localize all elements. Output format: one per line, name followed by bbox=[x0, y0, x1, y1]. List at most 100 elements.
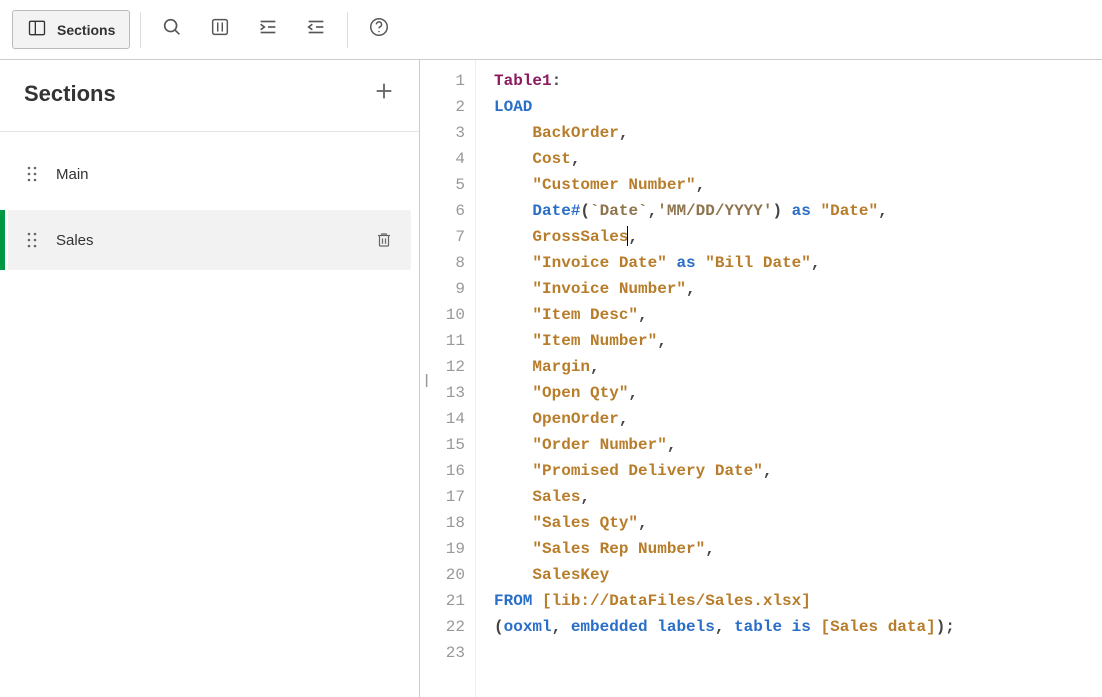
line-number: 21 bbox=[420, 588, 465, 614]
code-line[interactable]: "Customer Number", bbox=[494, 172, 955, 198]
sections-toggle-label: Sections bbox=[57, 22, 115, 38]
code-line[interactable]: Table1: bbox=[494, 68, 955, 94]
line-number: 3 bbox=[420, 120, 465, 146]
code-token: , bbox=[552, 618, 571, 636]
delete-section-button[interactable] bbox=[375, 230, 393, 250]
code-line[interactable]: "Promised Delivery Date", bbox=[494, 458, 955, 484]
section-label: Sales bbox=[56, 232, 357, 249]
line-number: 15 bbox=[420, 432, 465, 458]
code-line[interactable]: Cost, bbox=[494, 146, 955, 172]
code-token bbox=[494, 280, 532, 298]
drag-handle-icon[interactable] bbox=[26, 230, 38, 250]
code-token: : bbox=[552, 72, 562, 90]
line-number: 11 bbox=[420, 328, 465, 354]
search-icon bbox=[161, 16, 183, 43]
code-token bbox=[494, 228, 532, 246]
code-token: "Sales Qty" bbox=[532, 514, 638, 532]
comment-button[interactable] bbox=[199, 9, 241, 51]
main-split: Sections MainSales || 123456789101112131… bbox=[0, 60, 1102, 697]
section-label: Main bbox=[56, 166, 393, 183]
code-token: , bbox=[638, 306, 648, 324]
code-line[interactable]: "Sales Qty", bbox=[494, 510, 955, 536]
code-line[interactable]: (ooxml, embedded labels, table is [Sales… bbox=[494, 614, 955, 640]
line-number: 19 bbox=[420, 536, 465, 562]
code-token: "Invoice Date" bbox=[532, 254, 666, 272]
code-line[interactable]: SalesKey bbox=[494, 562, 955, 588]
code-token: , bbox=[648, 202, 658, 220]
code-token: as bbox=[792, 202, 811, 220]
code-line[interactable]: GrossSales, bbox=[494, 224, 955, 250]
line-number: 12 bbox=[420, 354, 465, 380]
code-token: "Sales Rep Number" bbox=[532, 540, 705, 558]
code-line[interactable] bbox=[494, 640, 955, 666]
code-line[interactable]: Margin, bbox=[494, 354, 955, 380]
code-token: Table1 bbox=[494, 72, 552, 90]
line-gutter: 1234567891011121314151617181920212223 bbox=[420, 60, 476, 697]
search-button[interactable] bbox=[151, 9, 193, 51]
code-token: Sales bbox=[532, 488, 580, 506]
code-line[interactable]: FROM [lib://DataFiles/Sales.xlsx] bbox=[494, 588, 955, 614]
panel-icon bbox=[27, 18, 47, 41]
toolbar: Sections bbox=[0, 0, 1102, 60]
code-line[interactable]: "Order Number", bbox=[494, 432, 955, 458]
line-number: 7 bbox=[420, 224, 465, 250]
code-token: , bbox=[580, 488, 590, 506]
code-line[interactable]: OpenOrder, bbox=[494, 406, 955, 432]
code-token: , bbox=[657, 332, 667, 350]
code-token: , bbox=[628, 228, 638, 246]
code-token bbox=[494, 384, 532, 402]
toolbar-divider bbox=[347, 12, 348, 48]
code-line[interactable]: "Sales Rep Number", bbox=[494, 536, 955, 562]
add-section-button[interactable] bbox=[373, 80, 395, 107]
code-token bbox=[494, 176, 532, 194]
code-token: , bbox=[705, 540, 715, 558]
code-token: , bbox=[696, 176, 706, 194]
code-line[interactable]: "Invoice Number", bbox=[494, 276, 955, 302]
code-token bbox=[494, 202, 532, 220]
code-token bbox=[494, 436, 532, 454]
code-token bbox=[532, 592, 542, 610]
code-token: "Item Number" bbox=[532, 332, 657, 350]
code-token bbox=[494, 306, 532, 324]
help-button[interactable] bbox=[358, 9, 400, 51]
code-token bbox=[494, 540, 532, 558]
help-icon bbox=[368, 16, 390, 43]
code-token: Cost bbox=[532, 150, 570, 168]
sections-toggle-button[interactable]: Sections bbox=[12, 10, 130, 49]
section-list: Main Sales bbox=[0, 132, 419, 276]
section-item[interactable]: Main bbox=[8, 144, 411, 204]
line-number: 8 bbox=[420, 250, 465, 276]
code-token: "Open Qty" bbox=[532, 384, 628, 402]
outdent-button[interactable] bbox=[295, 9, 337, 51]
code-line[interactable]: BackOrder, bbox=[494, 120, 955, 146]
code-token bbox=[494, 488, 532, 506]
code-token: , bbox=[628, 384, 638, 402]
outdent-icon bbox=[305, 16, 327, 43]
code-editor[interactable]: 1234567891011121314151617181920212223 Ta… bbox=[420, 60, 1102, 697]
line-number: 13 bbox=[420, 380, 465, 406]
code-token bbox=[494, 566, 532, 584]
code-line[interactable]: "Item Number", bbox=[494, 328, 955, 354]
code-line[interactable]: LOAD bbox=[494, 94, 955, 120]
line-number: 6 bbox=[420, 198, 465, 224]
code-token: OpenOrder bbox=[532, 410, 618, 428]
code-token: "Order Number" bbox=[532, 436, 666, 454]
code-token: [Sales data] bbox=[820, 618, 935, 636]
code-line[interactable]: "Item Desc", bbox=[494, 302, 955, 328]
code-token: "Item Desc" bbox=[532, 306, 638, 324]
line-number: 9 bbox=[420, 276, 465, 302]
code-token bbox=[494, 254, 532, 272]
code-token: BackOrder bbox=[532, 124, 618, 142]
section-item[interactable]: Sales bbox=[8, 210, 411, 270]
code-token bbox=[667, 254, 677, 272]
code-content[interactable]: Table1: LOAD BackOrder, Cost, "Customer N… bbox=[476, 60, 955, 697]
drag-handle-icon[interactable] bbox=[26, 164, 38, 184]
code-line[interactable]: Date#(`Date`,'MM/DD/YYYY') as "Date", bbox=[494, 198, 955, 224]
line-number: 1 bbox=[420, 68, 465, 94]
indent-button[interactable] bbox=[247, 9, 289, 51]
code-token: "Invoice Number" bbox=[532, 280, 686, 298]
code-line[interactable]: "Open Qty", bbox=[494, 380, 955, 406]
code-line[interactable]: "Invoice Date" as "Bill Date", bbox=[494, 250, 955, 276]
code-line[interactable]: Sales, bbox=[494, 484, 955, 510]
code-token: LOAD bbox=[494, 98, 532, 116]
